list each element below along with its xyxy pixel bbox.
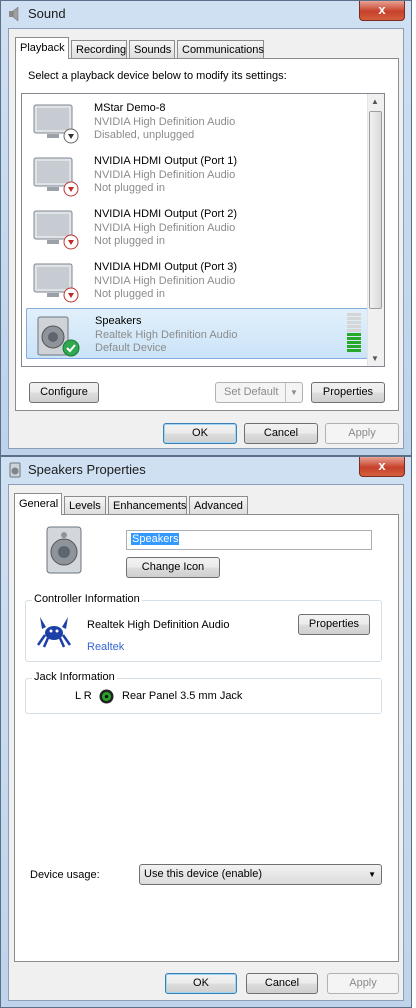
device-name-input[interactable]: Speakers <box>126 530 372 550</box>
apply-button[interactable]: Apply <box>325 423 399 444</box>
window-title: Speakers Properties <box>28 462 146 477</box>
tab-levels[interactable]: Levels <box>64 496 106 514</box>
close-icon: x <box>378 458 386 473</box>
level-segment <box>347 325 361 328</box>
device-list-scrollbar[interactable]: ▲ ▼ <box>367 94 384 366</box>
controller-name: Realtek High Definition Audio <box>87 619 230 631</box>
device-status: Not plugged in <box>94 182 165 194</box>
tab-recording[interactable]: Recording <box>71 40 127 58</box>
device-row[interactable]: NVIDIA HDMI Output (Port 3) NVIDIA High … <box>26 255 368 306</box>
level-segment <box>347 345 361 348</box>
tab-communications[interactable]: Communications <box>177 40 264 58</box>
speaker-icon <box>37 316 80 357</box>
controller-information-group: Controller Information Realtek High Defi… <box>25 593 382 662</box>
sound-window: Sound x Playback Recording Sounds Commun… <box>0 0 412 456</box>
close-icon: x <box>378 2 386 17</box>
tab-playback[interactable]: Playback <box>15 37 69 59</box>
controller-information-heading: Controller Information <box>32 593 142 605</box>
level-segment <box>347 341 361 344</box>
realtek-crab-logo-icon <box>36 617 72 648</box>
properties-button[interactable]: Properties <box>311 382 385 403</box>
ok-button[interactable]: OK <box>165 973 237 994</box>
tab-advanced[interactable]: Advanced <box>189 496 248 514</box>
window-title: Sound <box>28 6 66 21</box>
device-driver: NVIDIA High Definition Audio <box>94 275 236 287</box>
monitor-icon <box>33 263 79 303</box>
green-jack-icon <box>99 689 114 704</box>
level-segment <box>347 333 361 336</box>
realtek-link[interactable]: Realtek <box>87 641 124 653</box>
device-row[interactable]: NVIDIA HDMI Output (Port 1) NVIDIA High … <box>26 149 368 200</box>
scroll-thumb[interactable] <box>369 111 382 309</box>
jack-information-heading: Jack Information <box>32 671 117 683</box>
device-name-value: Speakers <box>131 533 180 545</box>
speaker-icon <box>46 526 82 574</box>
scroll-down-arrow-icon[interactable]: ▼ <box>371 354 379 363</box>
dialog-client-area: General Levels Enhancements Advanced Spe… <box>8 484 404 1001</box>
jack-description: Rear Panel 3.5 mm Jack <box>122 690 243 702</box>
close-button[interactable]: x <box>359 1 405 21</box>
scroll-up-arrow-icon[interactable]: ▲ <box>371 97 379 106</box>
device-name: NVIDIA HDMI Output (Port 2) <box>94 208 238 220</box>
device-status: Not plugged in <box>94 288 165 300</box>
device-row[interactable]: NVIDIA HDMI Output (Port 2) NVIDIA High … <box>26 202 368 253</box>
device-driver: Realtek High Definition Audio <box>95 329 238 341</box>
speaker-app-icon <box>9 462 21 478</box>
monitor-icon <box>33 104 79 144</box>
device-row[interactable]: MStar Demo-8 NVIDIA High Definition Audi… <box>26 96 368 147</box>
device-driver: NVIDIA High Definition Audio <box>94 169 236 181</box>
ok-button[interactable]: OK <box>163 423 237 444</box>
tab-sounds[interactable]: Sounds <box>129 40 175 58</box>
level-segment <box>347 321 361 324</box>
speaker-app-icon <box>9 6 19 22</box>
apply-button[interactable]: Apply <box>327 973 399 994</box>
close-button[interactable]: x <box>359 457 405 477</box>
title-bar: Sound x <box>1 1 411 27</box>
level-segment <box>347 313 361 316</box>
device-list[interactable]: MStar Demo-8 NVIDIA High Definition Audi… <box>21 93 385 367</box>
chevron-down-icon[interactable]: ▼ <box>368 865 376 884</box>
monitor-icon <box>33 157 79 197</box>
level-segment <box>347 329 361 332</box>
volume-level-meter <box>347 313 361 355</box>
controller-properties-button[interactable]: Properties <box>298 614 370 635</box>
device-name: Speakers <box>95 315 142 327</box>
device-name: NVIDIA HDMI Output (Port 1) <box>94 155 238 167</box>
device-usage-value: Use this device (enable) <box>144 868 263 880</box>
device-usage-select[interactable]: Use this device (enable) ▼ <box>139 864 382 885</box>
set-default-label: Set Default <box>224 386 279 398</box>
jack-channels: L R <box>75 690 92 702</box>
jack-information-group: Jack Information L R Rear Panel 3.5 mm J… <box>25 671 382 714</box>
level-segment <box>347 337 361 340</box>
tab-general[interactable]: General <box>14 493 62 515</box>
device-status: Not plugged in <box>94 235 165 247</box>
device-name: MStar Demo-8 <box>94 102 166 114</box>
device-status: Disabled, unplugged <box>94 129 195 141</box>
title-bar: Speakers Properties x <box>1 457 411 483</box>
instruction-text: Select a playback device below to modify… <box>28 70 287 82</box>
speakers-properties-window: Speakers Properties x General Levels Enh… <box>0 456 412 1008</box>
chevron-down-icon[interactable]: ▼ <box>285 383 302 402</box>
device-driver: NVIDIA High Definition Audio <box>94 116 236 128</box>
device-driver: NVIDIA High Definition Audio <box>94 222 236 234</box>
cancel-button[interactable]: Cancel <box>246 973 318 994</box>
tab-enhancements[interactable]: Enhancements <box>108 496 187 514</box>
device-status: Default Device <box>95 342 167 354</box>
monitor-icon <box>33 210 79 250</box>
cancel-button[interactable]: Cancel <box>244 423 318 444</box>
device-row-selected[interactable]: Speakers Realtek High Definition Audio D… <box>26 308 368 359</box>
device-usage-label: Device usage: <box>30 869 100 881</box>
set-default-button[interactable]: Set Default ▼ <box>215 382 303 403</box>
device-name: NVIDIA HDMI Output (Port 3) <box>94 261 238 273</box>
configure-button[interactable]: Configure <box>29 382 99 403</box>
change-icon-button[interactable]: Change Icon <box>126 557 220 578</box>
general-panel: Speakers Change Icon Controller Informat… <box>14 514 399 962</box>
level-segment <box>347 349 361 352</box>
level-segment <box>347 317 361 320</box>
